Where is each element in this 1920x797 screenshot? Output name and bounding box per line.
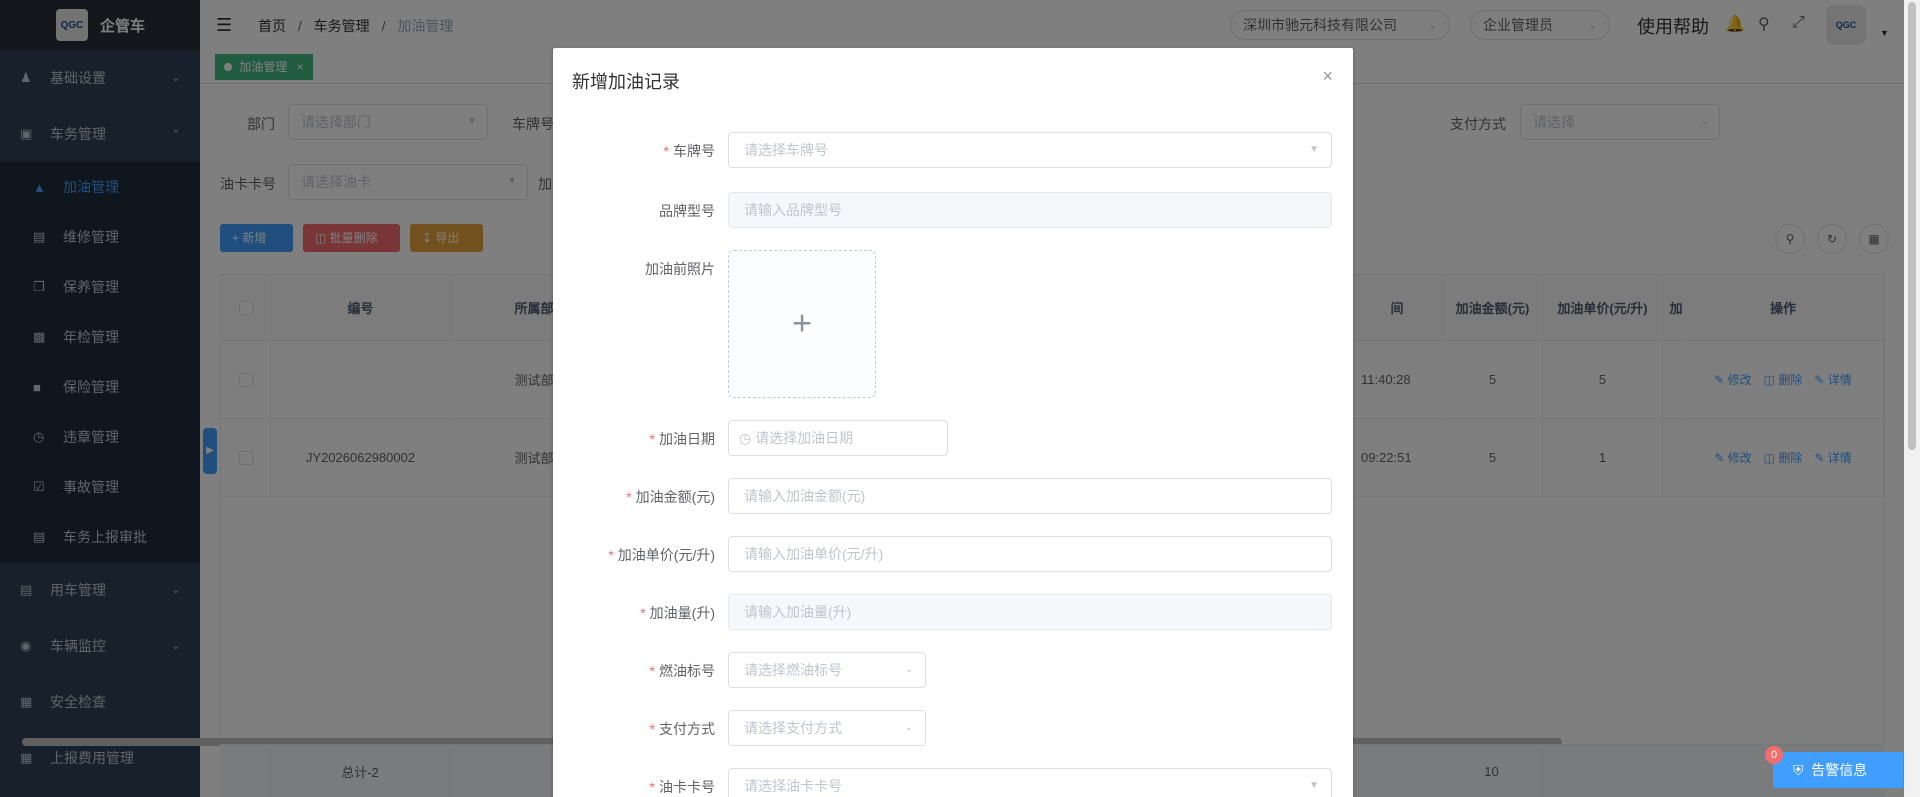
required-mark: * (626, 489, 632, 505)
field-label-text: 加油单价(元/升) (617, 547, 715, 563)
price-input[interactable]: 请输入加油单价(元/升) (728, 536, 1332, 572)
plate-select[interactable]: 请选择车牌号 ▼ (728, 132, 1332, 168)
amount-placeholder: 请输入加油金额(元) (744, 488, 866, 504)
qty-placeholder: 请输入加油量(升) (744, 604, 852, 620)
field-label-text: 油卡卡号 (659, 779, 715, 795)
fuel-grade-placeholder: 请选择燃油标号 (744, 662, 842, 678)
field-label-text: 加油日期 (659, 431, 715, 447)
field-label-text: 加油前照片 (645, 261, 715, 277)
alarm-badge: 0 (1765, 746, 1783, 764)
alarm-label: 告警信息 (1811, 762, 1868, 778)
field-label-text: 加油量(升) (649, 605, 715, 621)
chevron-down-icon: ⌄ (904, 722, 913, 733)
brand-input: 请输入品牌型号 (728, 192, 1332, 228)
field-label-price: * 加油单价(元/升) (608, 545, 715, 565)
clock-icon: ◷ (739, 430, 756, 446)
required-mark: * (640, 605, 646, 621)
card-placeholder: 请选择油卡卡号 (744, 778, 842, 794)
field-label-photo: 加油前照片 (645, 259, 715, 279)
dialog-title: 新增加油记录 (572, 72, 680, 92)
field-label-fuel-grade: * 燃油标号 (650, 661, 715, 681)
photo-upload[interactable]: + (728, 250, 876, 398)
field-label-text: 加油金额(元) (635, 489, 715, 505)
required-mark: * (649, 663, 655, 679)
field-label-text: 品牌型号 (659, 203, 715, 219)
card-select[interactable]: 请选择油卡卡号 ▼ (728, 768, 1332, 797)
required-mark: * (649, 779, 655, 795)
price-placeholder: 请输入加油单价(元/升) (744, 546, 884, 562)
alarm-button[interactable]: ⛨ 告警信息 (1773, 752, 1903, 788)
field-label-plate: * 车牌号 (664, 141, 715, 161)
qty-input: 请输入加油量(升) (728, 594, 1332, 630)
date-placeholder: 请选择加油日期 (755, 430, 854, 446)
required-mark: * (649, 431, 655, 447)
date-picker[interactable]: ◷ 请选择加油日期 (728, 420, 948, 456)
required-mark: * (608, 547, 614, 563)
fuel-grade-select[interactable]: 请选择燃油标号 ⌄ (728, 652, 926, 688)
field-label-payment: * 支付方式 (650, 719, 715, 739)
payment-select[interactable]: 请选择支付方式 ⌄ (728, 710, 926, 746)
amount-input[interactable]: 请输入加油金额(元) (728, 478, 1332, 514)
bank-icon: ⛨ (1793, 762, 1812, 778)
field-label-text: 燃油标号 (659, 663, 715, 679)
page-vertical-scrollbar[interactable] (1904, 0, 1920, 797)
payment-placeholder: 请选择支付方式 (744, 720, 842, 736)
field-label-brand: 品牌型号 (659, 201, 715, 221)
close-icon[interactable]: × (1322, 66, 1333, 87)
field-label-text: 车牌号 (673, 143, 715, 159)
plus-icon: + (792, 304, 812, 343)
field-label-qty: * 加油量(升) (640, 603, 715, 623)
field-label-amount: * 加油金额(元) (626, 487, 715, 507)
field-label-text: 支付方式 (659, 721, 715, 737)
scrollbar-thumb[interactable] (1908, 2, 1916, 450)
plate-placeholder: 请选择车牌号 (744, 142, 828, 158)
chevron-down-icon: ⌄ (904, 664, 913, 675)
field-label-date: * 加油日期 (650, 429, 715, 449)
field-label-card: * 油卡卡号 (650, 777, 715, 797)
caret-down-icon: ▼ (1309, 144, 1319, 155)
caret-down-icon: ▼ (1309, 780, 1319, 791)
required-mark: * (649, 721, 655, 737)
required-mark: * (663, 143, 669, 159)
brand-placeholder: 请输入品牌型号 (744, 202, 842, 218)
add-refuel-dialog: 新增加油记录 × * 车牌号 请选择车牌号 ▼ 品牌型号 请输入品牌型号 加油前照… (553, 48, 1353, 797)
